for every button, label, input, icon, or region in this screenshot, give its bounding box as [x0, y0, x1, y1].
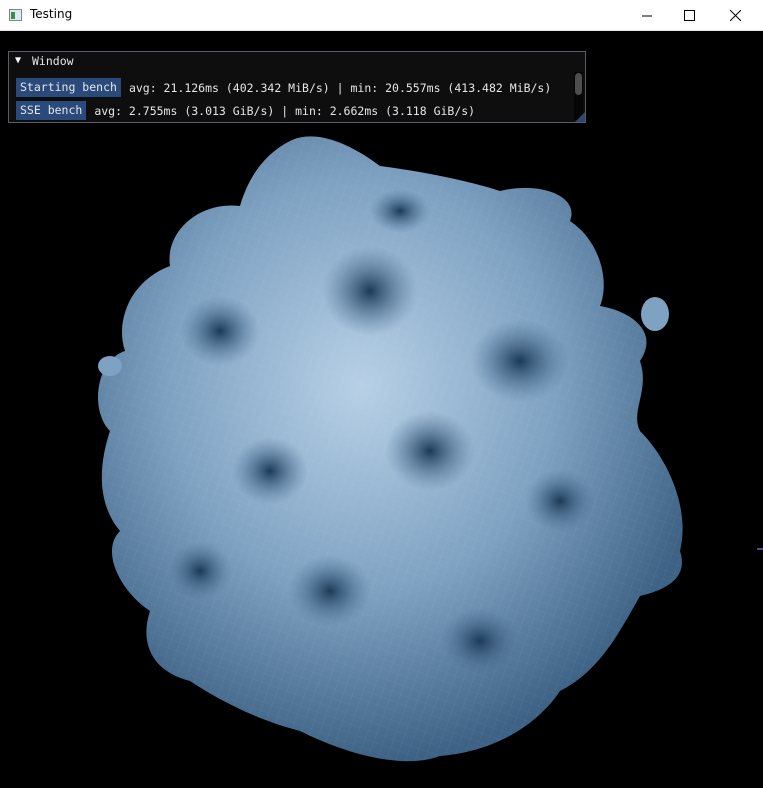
window-title: Testing [30, 7, 73, 21]
bench-row-starting: Starting bench avg: 21.126ms (402.342 Mi… [16, 78, 551, 97]
minimize-icon [642, 15, 652, 16]
starting-bench-result: avg: 21.126ms (402.342 MiB/s) | min: 20.… [128, 80, 552, 95]
blob-mesh-render [98, 136, 683, 762]
close-icon [729, 10, 741, 21]
minimize-button[interactable] [624, 0, 670, 31]
sse-bench-result: avg: 2.755ms (3.013 GiB/s) | min: 2.662m… [94, 103, 476, 118]
imgui-title: Window [32, 54, 74, 68]
close-button[interactable] [712, 0, 758, 31]
collapse-arrow-icon[interactable]: ▼ [15, 55, 27, 67]
maximize-icon [683, 10, 695, 21]
scroll-thumb[interactable] [575, 73, 582, 95]
maximize-button[interactable] [666, 0, 712, 31]
edge-marker [757, 548, 763, 550]
imgui-window[interactable]: ▼ Window Starting bench avg: 21.126ms (4… [8, 51, 586, 123]
resize-grip[interactable] [575, 112, 585, 122]
starting-bench-button[interactable]: Starting bench [16, 78, 121, 97]
imgui-header[interactable]: ▼ Window [9, 52, 585, 70]
bench-row-sse: SSE bench avg: 2.755ms (3.013 GiB/s) | m… [16, 101, 475, 120]
sse-bench-button[interactable]: SSE bench [16, 101, 87, 120]
title-bar: Testing [0, 0, 763, 31]
app-icon [9, 9, 22, 21]
render-viewport[interactable] [0, 31, 763, 788]
